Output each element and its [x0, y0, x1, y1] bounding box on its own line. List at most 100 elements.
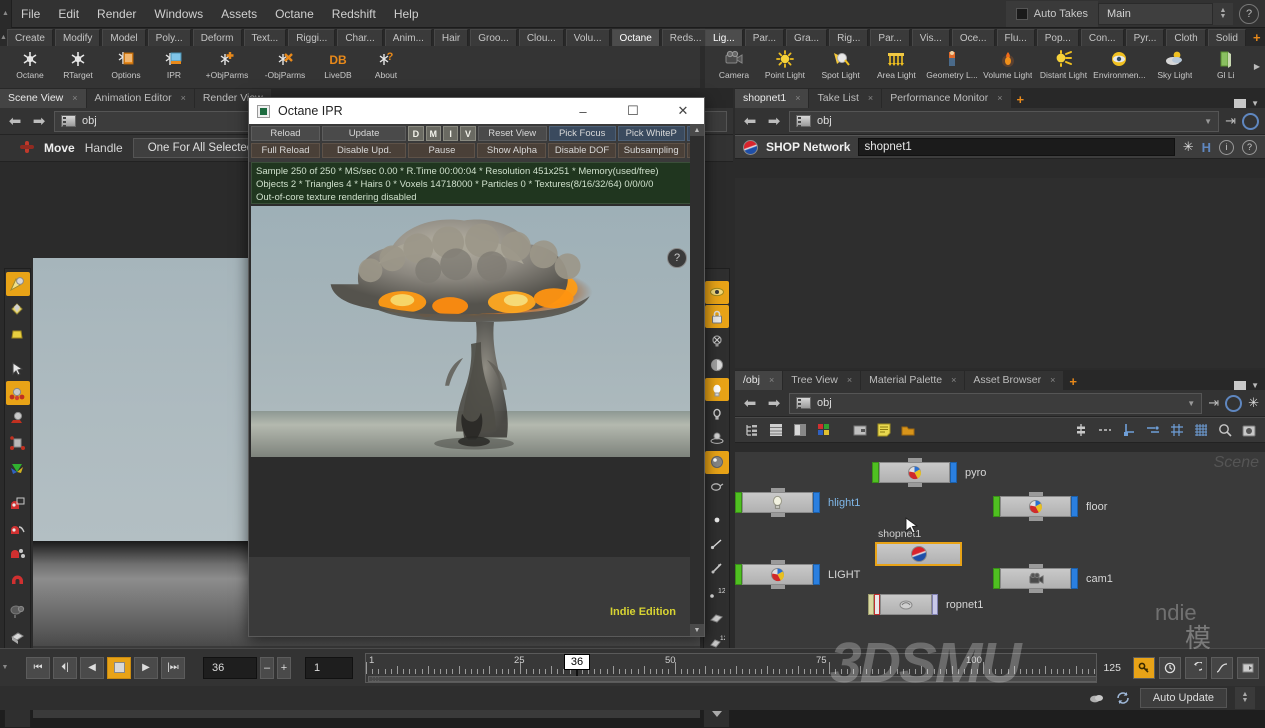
- shelf-tab-constraints[interactable]: Con...: [1080, 29, 1124, 46]
- show-alpha-button[interactable]: Show Alpha: [477, 143, 547, 158]
- node-output-flag[interactable]: [1071, 568, 1078, 589]
- shelf-tab-solid[interactable]: Solid: [1207, 29, 1246, 46]
- shelf-button-livedb[interactable]: DB LiveDB: [314, 46, 362, 88]
- render-preview-icon[interactable]: [705, 475, 729, 498]
- tab-performance-monitor[interactable]: Performance Monitor ×: [882, 89, 1011, 108]
- clock-icon[interactable]: [1159, 656, 1181, 679]
- tab-tree-view[interactable]: Tree View ×: [783, 371, 861, 390]
- menu-edit[interactable]: Edit: [49, 0, 88, 28]
- node-body[interactable]: [742, 488, 813, 517]
- snap-grid-icon[interactable]: [6, 490, 30, 514]
- close-icon[interactable]: ×: [868, 89, 873, 108]
- node-connector-bottom[interactable]: [770, 513, 785, 517]
- toggle-v-button[interactable]: V: [460, 126, 476, 141]
- shelf-tab-clouds[interactable]: Clou...: [518, 29, 564, 46]
- ipr-render-canvas[interactable]: [251, 206, 702, 457]
- tab-scene-view[interactable]: Scene View ×: [0, 89, 86, 108]
- material-display-icon[interactable]: [704, 450, 729, 475]
- select-dynamics-mode-icon[interactable]: [6, 322, 30, 346]
- menu-file[interactable]: File: [12, 0, 49, 28]
- shelf-button-ipr[interactable]: IPR: [150, 46, 198, 88]
- shelf-button-distant-light[interactable]: Distant Light: [1036, 46, 1092, 88]
- color-palette-icon[interactable]: [815, 422, 832, 439]
- node-input-flag[interactable]: [993, 568, 1000, 589]
- align-vertical-icon[interactable]: [1072, 422, 1089, 439]
- sync-icon[interactable]: [1225, 394, 1243, 412]
- shelf-button-point-light[interactable]: Point Light: [757, 46, 813, 88]
- light-rotate-icon[interactable]: [705, 427, 729, 450]
- node-input-flag[interactable]: [735, 564, 742, 585]
- close-icon[interactable]: ✕: [662, 98, 704, 124]
- node-connector-bottom[interactable]: [907, 483, 922, 487]
- node-connector-bottom[interactable]: [1028, 517, 1043, 521]
- shelf-button-add-objparms[interactable]: +ObjParms: [198, 46, 256, 88]
- menu-render[interactable]: Render: [88, 0, 145, 28]
- view-light-icon[interactable]: [6, 624, 30, 648]
- shelf-left-grip[interactable]: ▲: [0, 28, 7, 46]
- close-icon[interactable]: ×: [72, 89, 77, 108]
- gear-icon[interactable]: ✳: [1248, 395, 1259, 411]
- close-icon[interactable]: ×: [847, 371, 852, 390]
- tab-material-palette[interactable]: Material Palette ×: [861, 371, 965, 390]
- node-body[interactable]: [875, 542, 962, 566]
- subnet-icon[interactable]: [899, 422, 916, 439]
- shelf-tab-pyro[interactable]: Pyr...: [1125, 29, 1165, 46]
- tab-shopnet1[interactable]: shopnet1 ×: [735, 89, 809, 108]
- shelf-tab-volume[interactable]: Volu...: [565, 29, 610, 46]
- shelf-tab-rigids[interactable]: Rig...: [829, 29, 869, 46]
- layout-dashed-icon[interactable]: [1096, 422, 1113, 439]
- disable-dof-button[interactable]: Disable DOF: [548, 143, 616, 158]
- auto-update-spinner[interactable]: ▲ ▼: [1235, 687, 1255, 709]
- previous-key-button[interactable]: ⏴|: [53, 656, 77, 679]
- node-connector-top[interactable]: [770, 488, 785, 492]
- shelf-tab-octane[interactable]: Octane: [611, 29, 660, 46]
- minimize-icon[interactable]: –: [562, 98, 604, 124]
- snap-toggle-icon[interactable]: [6, 565, 30, 589]
- ipr-scrollbar[interactable]: ▲ ▼: [690, 124, 704, 636]
- pause-button[interactable]: Pause: [408, 143, 476, 158]
- shelf-tab-particles[interactable]: Par...: [744, 29, 785, 46]
- shelf-button-camera[interactable]: Camera: [711, 46, 757, 88]
- forward-icon[interactable]: ➡: [30, 112, 48, 130]
- pointer-tool-icon[interactable]: [6, 356, 30, 380]
- scene-light-icon[interactable]: [705, 402, 729, 425]
- pin-icon[interactable]: ⇥: [1208, 395, 1219, 411]
- help-icon[interactable]: ?: [1242, 139, 1257, 155]
- shelf-button-spot-light[interactable]: Spot Light: [813, 46, 869, 88]
- node-light[interactable]: LIGHT: [735, 560, 860, 589]
- tab-obj[interactable]: /obj ×: [735, 371, 783, 390]
- add-tab-button[interactable]: +: [1064, 373, 1082, 390]
- visibility-icon[interactable]: [704, 280, 729, 305]
- node-body[interactable]: [1000, 492, 1071, 521]
- shelf-tab-oceans[interactable]: Oce...: [951, 29, 995, 46]
- view-camera-icon[interactable]: [6, 599, 30, 623]
- node-input-flag[interactable]: [735, 492, 742, 513]
- node-output-flag[interactable]: [813, 492, 820, 513]
- take-selector[interactable]: Main: [1098, 2, 1213, 25]
- point-numbers-icon[interactable]: 12: [705, 581, 729, 604]
- shelf-right-more-icon[interactable]: ▶: [1249, 46, 1265, 88]
- shelf-tab-animation[interactable]: Anim...: [384, 29, 432, 46]
- pane-menu-caret-icon[interactable]: ▼: [1251, 381, 1259, 390]
- shelf-tab-character[interactable]: Char...: [337, 29, 383, 46]
- jump-to-start-button[interactable]: ⏮: [26, 656, 50, 679]
- move-tool-icon[interactable]: [5, 381, 30, 405]
- tab-asset-browser[interactable]: Asset Browser ×: [965, 371, 1064, 390]
- shading-sphere-icon[interactable]: [705, 354, 729, 377]
- disable-update-button[interactable]: Disable Upd.: [322, 143, 407, 158]
- snap-point-icon[interactable]: [6, 540, 30, 564]
- primitive-display-icon[interactable]: [705, 605, 729, 628]
- close-icon[interactable]: ×: [795, 89, 800, 108]
- scroll-up-icon[interactable]: ▲: [690, 124, 704, 136]
- node-flag-purple[interactable]: [932, 594, 938, 615]
- network-box-icon[interactable]: [851, 422, 868, 439]
- back-icon[interactable]: ⬅: [6, 112, 24, 130]
- details-view-icon[interactable]: [791, 422, 808, 439]
- sync-icon[interactable]: [1242, 112, 1259, 130]
- menu-grip[interactable]: ▲: [0, 0, 12, 28]
- pick-focus-button[interactable]: Pick Focus: [548, 126, 616, 141]
- path-dropdown-caret-icon[interactable]: ▼: [1187, 399, 1195, 408]
- maximize-icon[interactable]: ☐: [612, 98, 654, 124]
- update-button[interactable]: Update: [321, 126, 407, 141]
- shelf-button-sky-light[interactable]: Sky Light: [1147, 46, 1203, 88]
